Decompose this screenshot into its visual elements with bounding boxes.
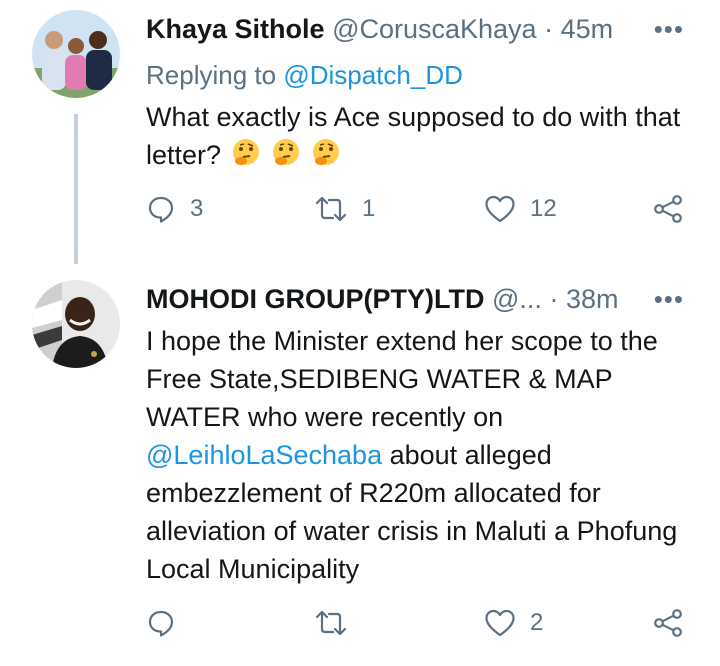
avatar-photo — [32, 280, 120, 368]
retweet-icon — [315, 196, 347, 222]
avatar-photo — [32, 10, 120, 98]
tweet-body-text: What exactly is Ace supposed to do with … — [146, 102, 681, 170]
thinking-face-icon — [231, 137, 261, 177]
heart-icon — [485, 609, 515, 637]
tweet-text: I hope the Minister extend her scope to … — [146, 322, 706, 588]
tweet-header: MOHODI GROUP(PTY)LTD @... · 38m — [146, 284, 618, 315]
reply-button[interactable] — [146, 608, 176, 638]
tweet-mohodi-group[interactable]: MOHODI GROUP(PTY)LTD @... · 38m ••• I ho… — [0, 262, 720, 666]
replying-to-handle[interactable]: @Dispatch_DD — [283, 60, 463, 90]
retweet-button[interactable]: 1 — [314, 194, 375, 224]
display-name[interactable]: MOHODI GROUP(PTY)LTD — [146, 284, 484, 314]
share-button[interactable] — [652, 608, 684, 638]
replying-to: Replying to @Dispatch_DD — [146, 60, 463, 91]
timestamp[interactable]: 45m — [561, 14, 614, 44]
tweet-khaya-sithole[interactable]: Khaya Sithole @CoruscaKhaya · 45m ••• Re… — [0, 0, 720, 264]
share-button[interactable] — [652, 194, 684, 224]
timestamp[interactable]: 38m — [566, 284, 619, 314]
like-count: 2 — [530, 609, 544, 636]
tweet-actions: 3 1 12 — [146, 194, 686, 234]
mention-link[interactable]: @LeihloLaSechaba — [146, 440, 382, 470]
retweet-icon — [315, 610, 347, 636]
thread-connector-line — [74, 114, 78, 264]
tweet-actions: 2 — [146, 608, 686, 648]
heart-icon — [485, 195, 515, 223]
tweet-text: What exactly is Ace supposed to do with … — [146, 98, 686, 177]
more-options-button[interactable]: ••• — [654, 14, 684, 45]
tweet-header: Khaya Sithole @CoruscaKhaya · 45m — [146, 14, 613, 45]
retweet-button[interactable] — [314, 608, 348, 638]
tweet-body-text: I hope the Minister extend her scope to … — [146, 326, 658, 432]
reply-icon — [148, 196, 174, 223]
user-handle[interactable]: @CoruscaKhaya — [332, 14, 537, 44]
separator-dot: · — [544, 14, 554, 44]
separator-dot: · — [549, 284, 559, 314]
share-icon — [654, 609, 682, 637]
thinking-face-icon — [311, 137, 341, 177]
more-options-button[interactable]: ••• — [654, 284, 684, 315]
reply-button[interactable]: 3 — [146, 194, 203, 224]
like-count: 12 — [530, 195, 557, 222]
replying-to-label: Replying to — [146, 60, 277, 90]
reply-icon — [148, 610, 174, 637]
display-name[interactable]: Khaya Sithole — [146, 14, 325, 44]
like-button[interactable]: 12 — [484, 194, 557, 224]
share-icon — [654, 195, 682, 223]
avatar[interactable] — [32, 10, 120, 98]
retweet-count: 1 — [362, 195, 376, 222]
thinking-face-icon — [271, 137, 301, 177]
user-handle[interactable]: @... — [492, 284, 542, 314]
avatar[interactable] — [32, 280, 120, 368]
reply-count: 3 — [190, 195, 204, 222]
like-button[interactable]: 2 — [484, 608, 543, 638]
